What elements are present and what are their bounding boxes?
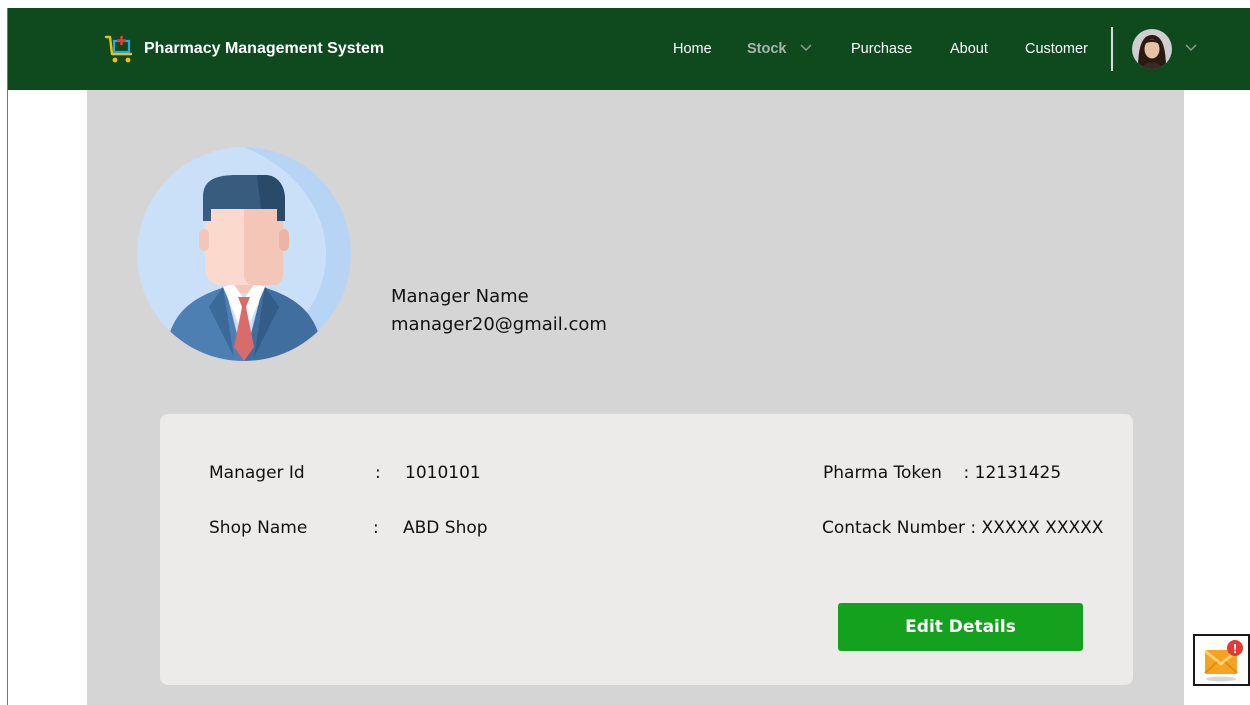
- manager-email: manager20@gmail.com: [391, 314, 607, 335]
- shop-name-value: ABD Shop: [403, 518, 488, 538]
- user-photo-icon: [1132, 29, 1172, 69]
- mail-notification-icon: !: [1204, 640, 1243, 682]
- nav-home[interactable]: Home: [673, 40, 712, 58]
- pharma-token: Pharma Token : 12131425: [823, 463, 1062, 483]
- separator: :: [373, 518, 379, 538]
- top-navbar: Pharmacy Management System Home Stock Pu…: [8, 8, 1250, 90]
- mail-notification-widget[interactable]: !: [1193, 634, 1250, 686]
- page-border: [7, 8, 8, 705]
- manager-avatar-icon: [137, 147, 351, 361]
- manager-name: Manager Name: [391, 286, 529, 307]
- nav-divider: [1111, 27, 1113, 71]
- nav-about[interactable]: About: [950, 40, 988, 58]
- nav-links: Home Stock Purchase About Customer: [8, 8, 1250, 90]
- chevron-down-icon[interactable]: [799, 42, 813, 54]
- separator: :: [375, 463, 381, 483]
- profile-avatar: [137, 147, 351, 361]
- chevron-down-icon[interactable]: [1184, 42, 1198, 54]
- user-avatar[interactable]: [1132, 29, 1172, 69]
- edit-details-button[interactable]: Edit Details: [838, 603, 1083, 651]
- nav-customer[interactable]: Customer: [1025, 40, 1088, 58]
- nav-purchase[interactable]: Purchase: [851, 40, 912, 58]
- manager-id-value: 1010101: [405, 463, 481, 483]
- nav-stock[interactable]: Stock: [747, 40, 787, 58]
- contact-number: Contack Number : XXXXX XXXXX: [822, 518, 1104, 538]
- manager-id-label: Manager Id: [209, 463, 305, 483]
- shop-name-label: Shop Name: [209, 518, 308, 538]
- notification-badge: !: [1233, 641, 1237, 656]
